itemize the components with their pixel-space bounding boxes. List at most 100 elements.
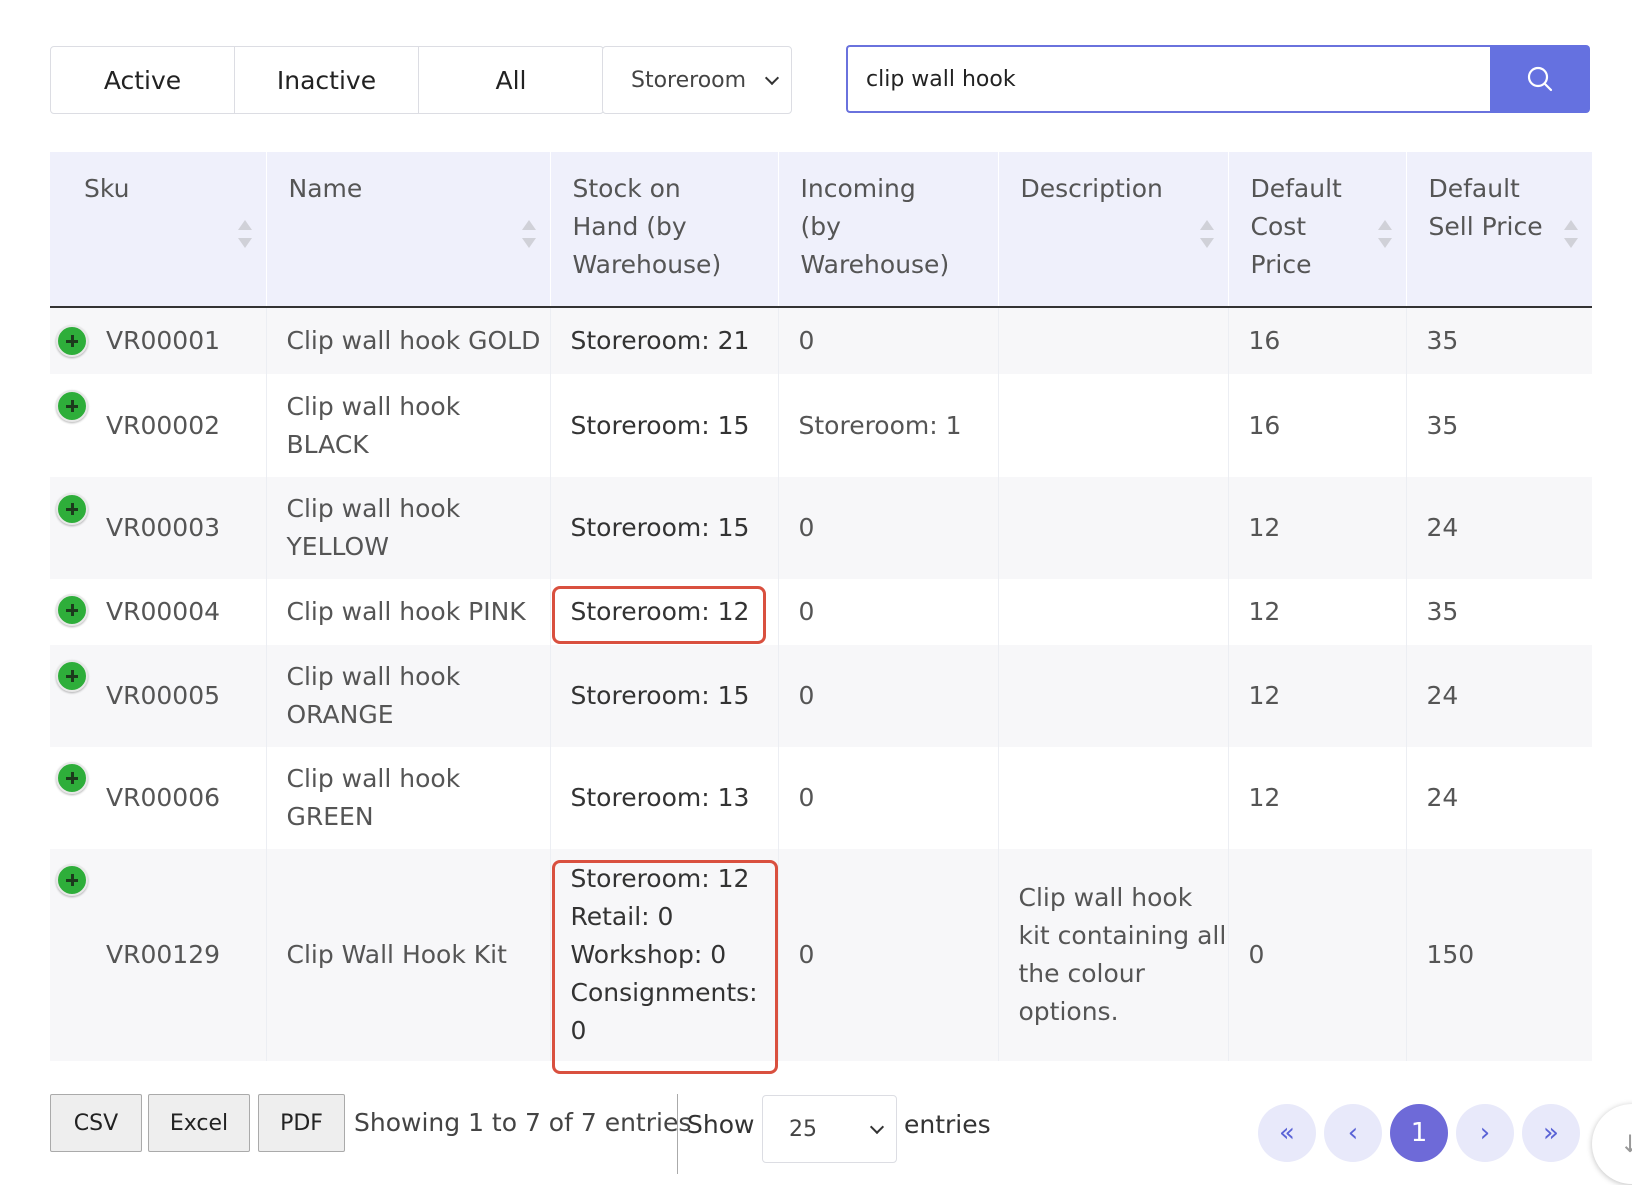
sort-icon [1564,220,1578,248]
name-cell: Clip wall hook GREEN [265,747,550,849]
sell-price-cell: 150 [1405,849,1592,1061]
add-circle-icon[interactable] [56,594,88,626]
entries-label: entries [904,1110,991,1139]
name-cell: Clip wall hook YELLOW [265,477,550,579]
add-circle-icon[interactable] [56,660,88,692]
sku-cell: VR00002 [50,374,266,477]
table-info-text: Showing 1 to 7 of 7 entries [354,1108,692,1137]
name-cell: Clip wall hook PINK [265,579,550,645]
export-pdf-button[interactable]: PDF [258,1094,345,1152]
table-row: VR00005 Clip wall hook ORANGE Storeroom:… [50,645,1592,747]
table-row: VR00003 Clip wall hook YELLOW Storeroom:… [50,477,1592,579]
description-cell: Clip wall hook kit containing all the co… [997,849,1228,1061]
stock-cell: Storeroom: 15 [549,374,778,477]
sort-icon [521,220,536,248]
column-header-cost-price[interactable]: Default Cost Price [1227,152,1406,308]
sku-cell: VR00003 [50,477,266,579]
filter-inactive-button[interactable]: Inactive [235,47,419,113]
cost-price-cell: 12 [1227,747,1406,849]
cost-price-cell: 16 [1227,374,1406,477]
filter-all-button[interactable]: All [419,47,603,113]
search-bar [846,45,1590,113]
pagination-page-1-button[interactable]: 1 [1390,1104,1448,1162]
incoming-cell: 0 [777,307,998,374]
products-table: Sku Name Stock on Hand (by Warehouse) In… [50,152,1592,1061]
incoming-cell: 0 [777,645,998,747]
sell-price-cell: 35 [1405,374,1592,477]
chevron-down-icon [764,70,780,86]
incoming-cell: 0 [777,477,998,579]
add-circle-icon[interactable] [56,325,88,357]
search-input[interactable] [846,45,1490,113]
column-header-stock: Stock on Hand (by Warehouse) [549,152,778,308]
stock-cell: Storeroom: 13 [549,747,778,849]
column-header-incoming: Incoming (by Warehouse) [777,152,998,308]
cost-price-cell: 12 [1227,579,1406,645]
stock-cell: Storeroom: 12 [549,579,778,645]
table-row: VR00006 Clip wall hook GREEN Storeroom: … [50,747,1592,849]
products-table-container: Sku Name Stock on Hand (by Warehouse) In… [50,152,1592,1074]
scroll-down-button[interactable]: ↓ [1592,1104,1632,1184]
stock-cell: Storeroom: 21 [549,307,778,374]
pagination-prev-button[interactable]: ‹ [1324,1104,1382,1162]
sort-icon [1377,220,1392,248]
add-circle-icon[interactable] [56,864,88,896]
table-row: VR00004 Clip wall hook PINK Storeroom: 1… [50,579,1592,645]
description-cell [997,307,1228,374]
cost-price-cell: 12 [1227,645,1406,747]
add-circle-icon[interactable] [56,493,88,525]
stock-cell: Storeroom: 12 Retail: 0 Workshop: 0 Cons… [549,849,778,1061]
search-button[interactable] [1490,45,1590,113]
incoming-cell: 0 [777,849,998,1061]
column-header-description[interactable]: Description [997,152,1228,308]
cost-price-cell: 12 [1227,477,1406,579]
divider [677,1094,678,1174]
sell-price-cell: 35 [1405,579,1592,645]
table-row: VR00002 Clip wall hook BLACK Storeroom: … [50,374,1592,477]
pagination-next-button[interactable]: › [1456,1104,1514,1162]
add-circle-icon[interactable] [56,762,88,794]
sell-price-cell: 24 [1405,747,1592,849]
cost-price-cell: 0 [1227,849,1406,1061]
name-cell: Clip wall hook BLACK [265,374,550,477]
sku-cell: VR00005 [50,645,266,747]
chevron-down-icon [869,1119,885,1135]
column-header-sku[interactable]: Sku [50,152,266,308]
warehouse-select[interactable]: Storeroom [602,46,792,114]
arrow-down-icon: ↓ [1620,1130,1632,1158]
stock-cell: Storeroom: 15 [549,477,778,579]
export-csv-button[interactable]: CSV [50,1094,142,1152]
description-cell [997,477,1228,579]
sell-price-cell: 24 [1405,645,1592,747]
table-row: VR00129 Clip Wall Hook Kit Storeroom: 12… [50,849,1592,1061]
incoming-cell: Storeroom: 1 [777,374,998,477]
description-cell [997,747,1228,849]
export-excel-button[interactable]: Excel [148,1094,250,1152]
search-icon [1527,66,1553,92]
column-header-sell-price[interactable]: Default Sell Price [1405,152,1592,308]
sku-cell: VR00129 [50,849,266,1061]
cost-price-cell: 16 [1227,307,1406,374]
status-filter-group: Active Inactive All [50,46,604,114]
table-row: VR00001 Clip wall hook GOLD Storeroom: 2… [50,307,1592,374]
name-cell: Clip wall hook GOLD [265,307,550,374]
column-header-name[interactable]: Name [265,152,550,308]
show-label: Show [687,1110,755,1139]
page-length-select[interactable]: 25 [762,1095,897,1163]
filter-active-button[interactable]: Active [51,47,235,113]
incoming-cell: 0 [777,747,998,849]
sku-cell: VR00001 [50,307,266,374]
sell-price-cell: 24 [1405,477,1592,579]
page-length-value: 25 [789,1116,817,1142]
warehouse-select-value: Storeroom [631,67,747,93]
description-cell [997,579,1228,645]
add-circle-icon[interactable] [56,390,88,422]
sku-cell: VR00004 [50,579,266,645]
name-cell: Clip Wall Hook Kit [265,849,550,1061]
description-cell [997,645,1228,747]
sort-icon [237,220,252,248]
pagination-last-button[interactable]: » [1522,1104,1580,1162]
incoming-cell: 0 [777,579,998,645]
sku-cell: VR00006 [50,747,266,849]
pagination-first-button[interactable]: « [1258,1104,1316,1162]
